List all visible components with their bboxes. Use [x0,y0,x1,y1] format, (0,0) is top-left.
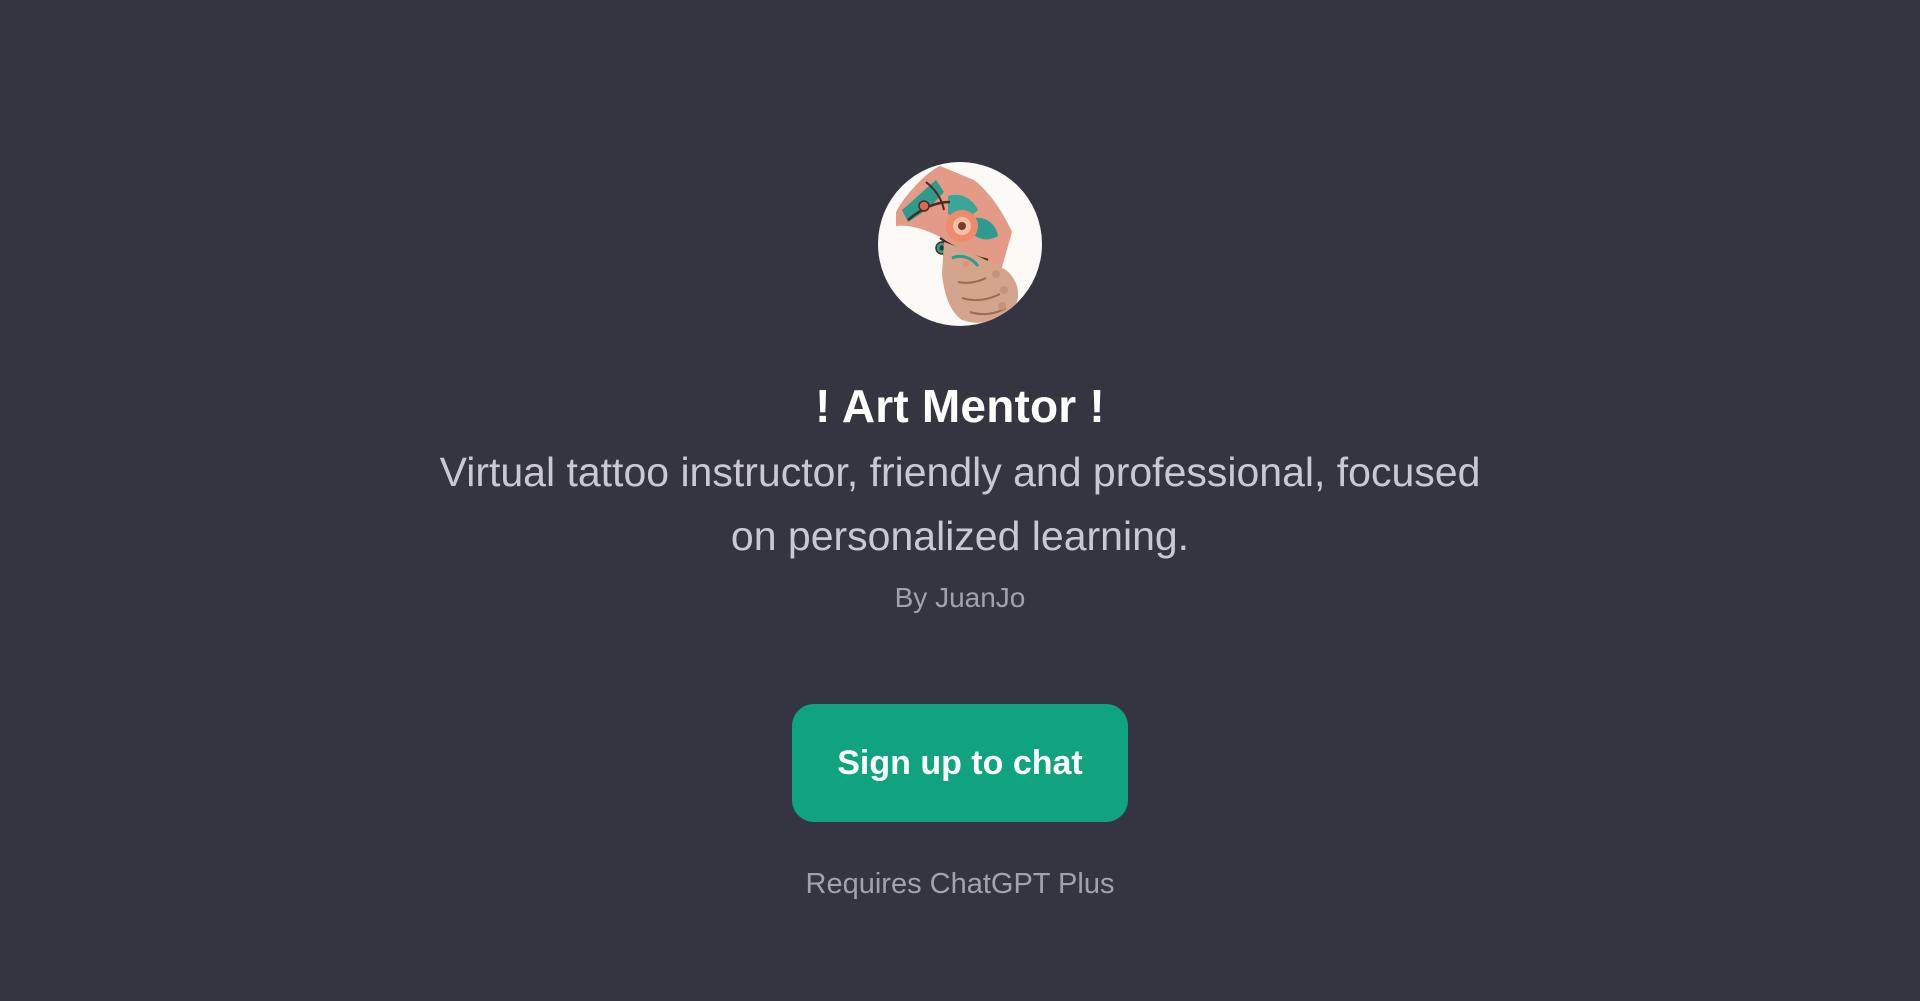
sign-up-to-chat-button[interactable]: Sign up to chat [792,704,1128,822]
gpt-title: ! Art Mentor ! [815,380,1105,432]
gpt-landing-page: ! Art Mentor ! Virtual tattoo instructor… [0,0,1920,1001]
tattooed-hand-avatar-icon [896,166,1019,323]
gpt-description: Virtual tattoo instructor, friendly and … [439,449,1481,559]
gpt-author: By JuanJo [894,582,1026,613]
gpt-profile-column: ! Art Mentor ! Virtual tattoo instructor… [0,0,1920,904]
requires-plus-note: Requires ChatGPT Plus [805,868,1115,900]
gpt-avatar [878,162,1042,326]
